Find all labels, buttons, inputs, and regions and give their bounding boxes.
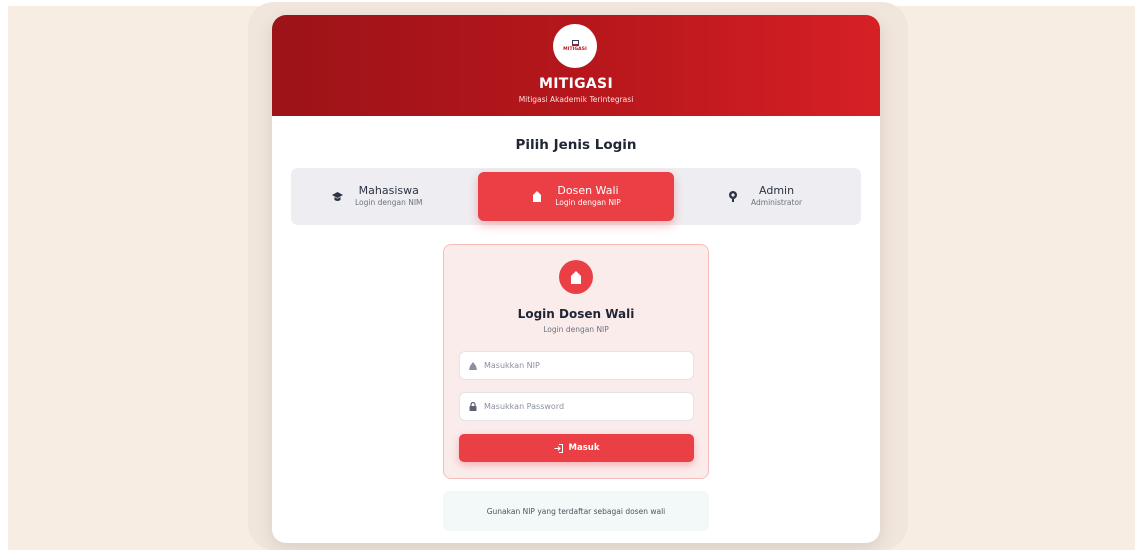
tab-sublabel: Login dengan NIM [355, 198, 423, 207]
tab-dosen-wali[interactable]: Dosen Wali Login dengan NIP [478, 172, 674, 221]
info-notice: Gunakan NIP yang terdaftar sebagai dosen… [443, 491, 709, 531]
app-subtitle: Mitigasi Akademik Terintegrasi [518, 95, 634, 104]
login-type-title: Pilih Jenis Login [515, 137, 637, 153]
form-subtitle: Login dengan NIP [543, 325, 609, 334]
password-field[interactable] [459, 392, 694, 421]
sign-in-icon [554, 443, 563, 453]
tab-label: Dosen Wali [557, 184, 619, 197]
tab-admin[interactable]: Admin Administrator [727, 172, 827, 221]
nip-input[interactable] [484, 361, 684, 370]
app-title: MITIGASI [539, 76, 613, 92]
header-banner: MITIGASI MITIGASI Mitigasi Akademik Teri… [272, 15, 880, 116]
tab-mahasiswa-text: Mahasiswa Login dengan NIM [355, 184, 423, 209]
submit-label: Masuk [568, 443, 600, 453]
app-logo: MITIGASI [553, 24, 597, 68]
tab-label: Admin [759, 184, 795, 197]
nip-field[interactable] [459, 351, 694, 380]
admin-icon [727, 191, 739, 203]
tab-mahasiswa[interactable]: Mahasiswa Login dengan NIM [331, 172, 461, 221]
tab-label: Mahasiswa [358, 184, 419, 197]
tab-sublabel: Administrator [751, 198, 803, 207]
logo-mark-icon [571, 40, 579, 46]
lecturer-icon [531, 191, 543, 203]
login-card: MITIGASI MITIGASI Mitigasi Akademik Teri… [272, 15, 880, 543]
login-form-panel: Login Dosen Wali Login dengan NIP Masuk [443, 244, 709, 479]
password-input[interactable] [484, 402, 684, 411]
lecturer-icon [559, 260, 593, 294]
user-icon [468, 361, 477, 370]
login-submit-button[interactable]: Masuk [459, 434, 694, 462]
tab-dosen-text: Dosen Wali Login dengan NIP [555, 184, 621, 209]
tab-sublabel: Login dengan NIP [555, 198, 621, 207]
logo-text: MITIGASI [563, 47, 587, 52]
lock-icon [468, 402, 477, 411]
login-type-tabs: Mahasiswa Login dengan NIM Dosen Wali Lo… [291, 168, 861, 225]
form-title: Login Dosen Wali [517, 307, 635, 321]
tab-admin-text: Admin Administrator [751, 184, 802, 209]
info-text: Gunakan NIP yang terdaftar sebagai dosen… [486, 506, 666, 516]
graduation-cap-icon [331, 191, 343, 203]
